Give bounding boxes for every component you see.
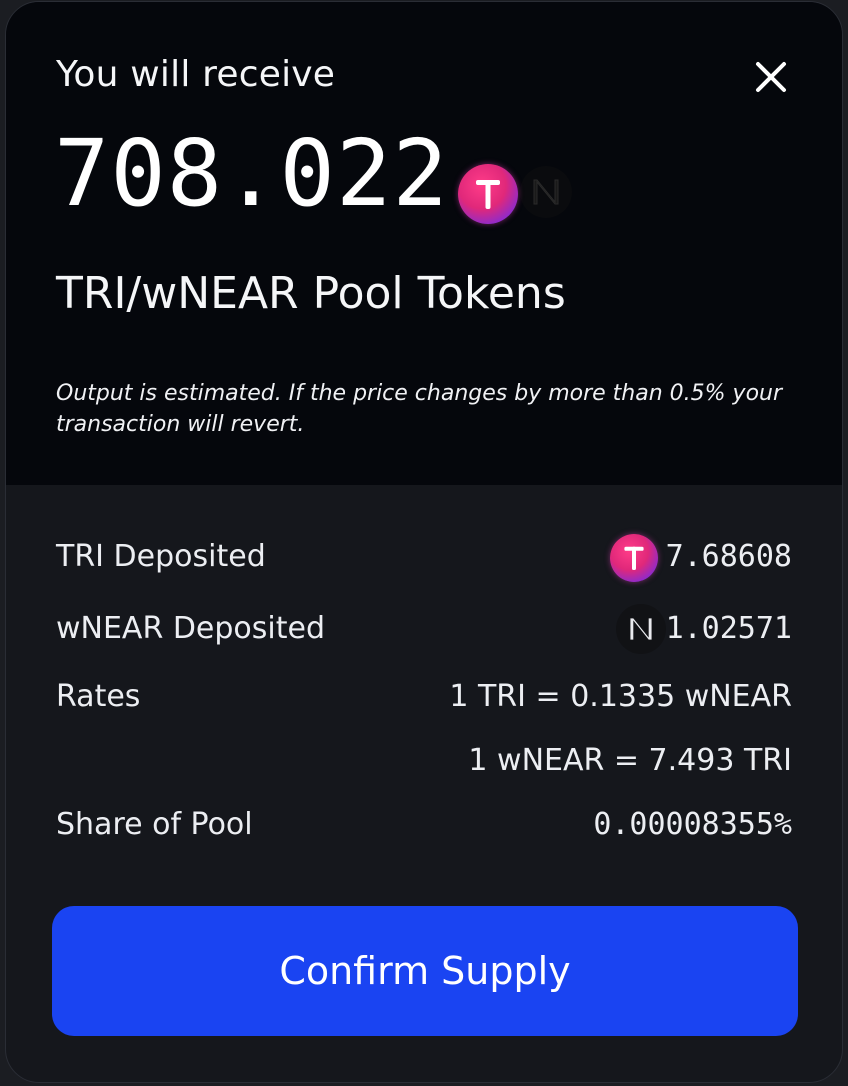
tri-token-icon — [458, 164, 518, 224]
modal-title: You will receive — [56, 54, 336, 95]
rate-wnear-to-tri: 1 wNEAR = 7.493 TRI — [468, 743, 792, 778]
share-of-pool-label: Share of Pool — [56, 807, 253, 842]
wnear-deposited-label: wNEAR Deposited — [56, 611, 326, 646]
tri-deposited-value: 7.68608 — [665, 539, 792, 574]
close-icon[interactable] — [752, 58, 790, 96]
rate-tri-to-wnear: 1 TRI = 0.1335 wNEAR — [449, 679, 792, 714]
share-of-pool-value: 0.00008355% — [593, 807, 792, 842]
rates-label: Rates — [56, 679, 141, 714]
wnear-token-icon — [520, 166, 572, 218]
receive-summary: You will receive 708.022 TRI/wNEAR Pool — [6, 2, 842, 485]
wnear-deposited-value: 1.02571 — [665, 611, 792, 646]
pool-token-name: TRI/wNEAR Pool Tokens — [56, 268, 566, 319]
confirm-supply-button[interactable]: Confirm Supply — [52, 906, 798, 1036]
pool-token-icons — [452, 162, 582, 234]
tri-deposited-label: TRI Deposited — [56, 539, 266, 574]
wnear-token-icon — [616, 604, 666, 654]
confirm-supply-modal: You will receive 708.022 TRI/wNEAR Pool — [5, 1, 843, 1083]
slippage-note: Output is estimated. If the price change… — [56, 381, 783, 437]
tri-token-icon — [610, 534, 658, 582]
receive-amount: 708.022 — [54, 120, 449, 227]
